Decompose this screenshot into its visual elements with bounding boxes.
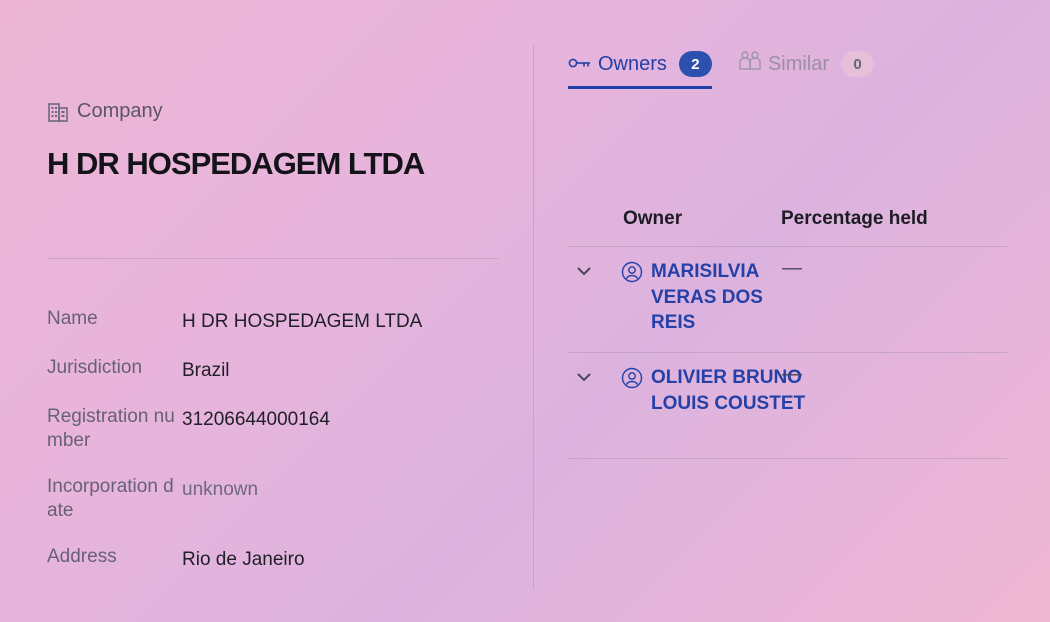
property-label: Address [47, 546, 117, 567]
chevron-down-icon[interactable] [568, 353, 602, 458]
property-value: H DR HOSPEDAGEM LTDA [182, 311, 423, 332]
property-row: Incorporation date unknown [47, 475, 507, 523]
person-icon [621, 365, 651, 458]
owner-cell: MARISILVIA VERAS DOS REIS [621, 247, 834, 352]
entity-type-label: Company [77, 100, 163, 122]
table-row: OLIVIER BRUNO LOUIS COUSTET — [568, 353, 1007, 459]
owners-table: Owner Percentage held MARISILVIA VERAS D… [568, 198, 1007, 459]
table-row: MARISILVIA VERAS DOS REIS — [568, 247, 1007, 353]
table-header: Owner Percentage held [568, 198, 1007, 247]
header-owner: Owner [623, 208, 683, 229]
tab-similar[interactable]: Similar 0 [738, 49, 875, 86]
property-label: Incorporation date [47, 476, 174, 521]
building-icon [47, 101, 69, 123]
people-icon [738, 49, 762, 79]
tab-owners[interactable]: Owners 2 [568, 50, 712, 89]
properties-list: Name H DR HOSPEDAGEM LTDA Jurisdiction B… [47, 307, 507, 594]
property-label: Name [47, 308, 98, 329]
property-value: Rio de Janeiro [182, 549, 305, 570]
property-value: Brazil [182, 360, 230, 381]
entity-type: Company [47, 100, 163, 123]
similar-count-badge: 0 [841, 51, 875, 77]
tab-bar: Owners 2 Similar 0 [568, 49, 875, 89]
owners-count-badge: 2 [678, 51, 712, 77]
property-label: Registration number [47, 406, 175, 451]
divider [47, 258, 498, 259]
property-row: Jurisdiction Brazil [47, 356, 507, 383]
panel-divider [533, 45, 534, 590]
property-value: unknown [182, 479, 259, 500]
percentage-value: — [782, 363, 802, 385]
key-icon [568, 53, 592, 76]
property-row: Name H DR HOSPEDAGEM LTDA [47, 307, 507, 334]
tab-similar-label: Similar [767, 52, 830, 75]
property-row: Address Rio de Janeiro [47, 545, 507, 572]
tab-owners-label: Owners [598, 52, 667, 75]
owner-cell: OLIVIER BRUNO LOUIS COUSTET [621, 353, 834, 458]
person-icon [621, 259, 651, 352]
property-row: Registration number 31206644000164 [47, 405, 507, 453]
entity-panel: Company H DR HOSPEDAGEM LTDA Name H DR H… [0, 0, 533, 622]
percentage-value: — [782, 257, 802, 279]
page-title: H DR HOSPEDAGEM LTDA [47, 146, 425, 181]
header-percentage: Percentage held [781, 208, 928, 229]
property-value: 31206644000164 [182, 409, 330, 430]
property-label: Jurisdiction [47, 357, 143, 378]
chevron-down-icon[interactable] [568, 247, 602, 352]
